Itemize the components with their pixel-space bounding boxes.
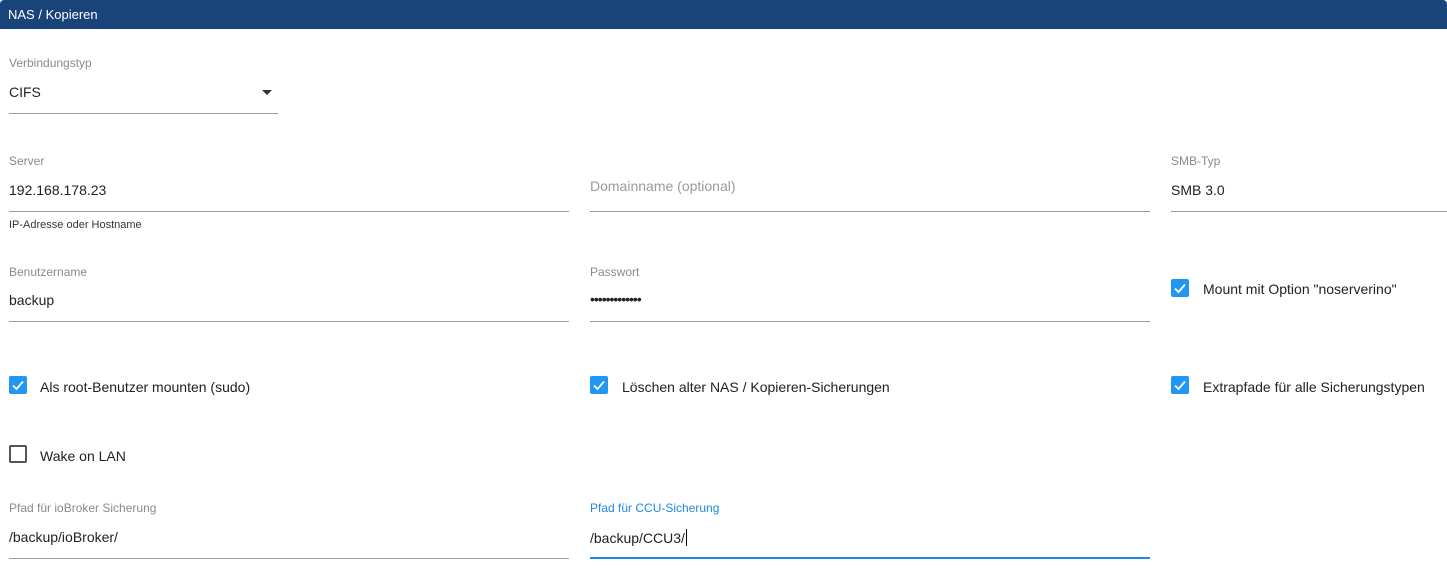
sudo-label[interactable]: Als root-Benutzer mounten (sudo): [40, 379, 250, 395]
connection-type-select[interactable]: Verbindungstyp CIFS: [9, 56, 278, 114]
connection-type-underline: [9, 113, 278, 114]
extra-paths-checkbox[interactable]: [1171, 376, 1189, 394]
server-field[interactable]: Server 192.168.178.23 IP-Adresse oder Ho…: [9, 154, 569, 234]
smb-type-label: SMB-Typ: [1171, 154, 1221, 168]
iobroker-path-field[interactable]: Pfad für ioBroker Sicherung /backup/ioBr…: [9, 501, 569, 559]
noserverino-checkbox[interactable]: [1171, 279, 1189, 297]
password-input[interactable]: •••••••••••••: [590, 291, 642, 307]
checkmark-icon: [1174, 283, 1186, 294]
connection-type-value: CIFS: [9, 84, 41, 100]
server-underline: [9, 211, 569, 212]
domain-input[interactable]: Domainname (optional): [590, 178, 736, 194]
ccu-path-label: Pfad für CCU-Sicherung: [590, 501, 720, 515]
iobroker-path-underline: [9, 558, 569, 559]
username-underline: [9, 321, 569, 322]
username-field[interactable]: Benutzername backup: [9, 265, 569, 323]
dropdown-arrow-icon[interactable]: [262, 90, 272, 95]
checkmark-icon: [593, 380, 605, 391]
ccu-path-input[interactable]: /backup/CCU3/: [590, 530, 685, 546]
panel-title: NAS / Kopieren: [8, 7, 98, 22]
server-label: Server: [9, 154, 45, 168]
domain-field[interactable]: Domainname (optional): [590, 154, 1150, 212]
delete-old-label[interactable]: Löschen alter NAS / Kopieren-Sicherungen: [622, 379, 890, 395]
username-label: Benutzername: [9, 265, 88, 279]
server-helper-text: IP-Adresse oder Hostname: [9, 219, 142, 231]
noserverino-label[interactable]: Mount mit Option "noserverino": [1203, 281, 1397, 297]
smb-type-select[interactable]: SMB-Typ SMB 3.0: [1171, 154, 1447, 212]
smb-type-underline: [1171, 211, 1447, 212]
panel-header: NAS / Kopieren: [0, 0, 1447, 29]
wake-on-lan-label[interactable]: Wake on LAN: [40, 448, 126, 464]
ccu-path-field[interactable]: Pfad für CCU-Sicherung /backup/CCU3/: [590, 501, 1150, 561]
domain-underline: [590, 211, 1150, 212]
password-label: Passwort: [590, 265, 640, 279]
server-input[interactable]: 192.168.178.23: [9, 182, 106, 198]
checkmark-icon: [12, 380, 24, 391]
connection-type-label: Verbindungstyp: [9, 56, 92, 70]
extra-paths-label[interactable]: Extrapfade für alle Sicherungstypen: [1203, 379, 1425, 395]
sudo-checkbox[interactable]: [9, 376, 27, 394]
wake-on-lan-checkbox[interactable]: [9, 445, 27, 463]
iobroker-path-label: Pfad für ioBroker Sicherung: [9, 501, 157, 515]
checkmark-icon: [1174, 380, 1186, 391]
password-field[interactable]: Passwort •••••••••••••: [590, 265, 1150, 323]
iobroker-path-input[interactable]: /backup/ioBroker/: [9, 529, 118, 545]
password-underline: [590, 321, 1150, 322]
username-input[interactable]: backup: [9, 292, 54, 308]
delete-old-checkbox[interactable]: [590, 376, 608, 394]
smb-type-value: SMB 3.0: [1171, 182, 1225, 198]
text-cursor: [685, 529, 687, 546]
ccu-path-underline: [590, 557, 1150, 559]
